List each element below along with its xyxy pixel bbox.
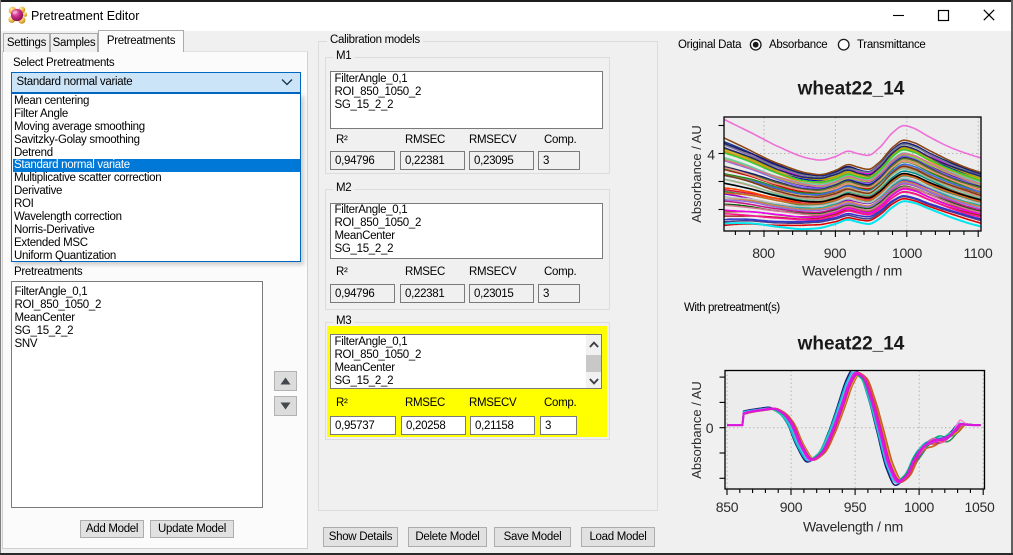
svg-text:1000: 1000 [904,499,934,515]
svg-text:1100: 1100 [964,245,993,261]
svg-text:1000: 1000 [892,245,922,261]
svg-text:0: 0 [706,420,714,436]
svg-text:900: 900 [824,245,847,261]
svg-text:850: 850 [716,499,739,515]
svg-text:Absorbance / AU: Absorbance / AU [689,125,704,223]
svg-text:800: 800 [752,245,775,261]
svg-text:wheat22_14: wheat22_14 [797,79,905,100]
svg-text:Wavelength / nm: Wavelength / nm [802,263,902,279]
svg-text:Wavelength / nm: Wavelength / nm [803,519,903,535]
svg-text:900: 900 [780,499,803,515]
svg-text:950: 950 [844,499,867,515]
svg-text:4: 4 [707,147,715,163]
svg-text:1050: 1050 [965,499,995,515]
svg-text:Absorbance / AU: Absorbance / AU [689,381,704,479]
svg-text:wheat22_14: wheat22_14 [797,334,905,355]
